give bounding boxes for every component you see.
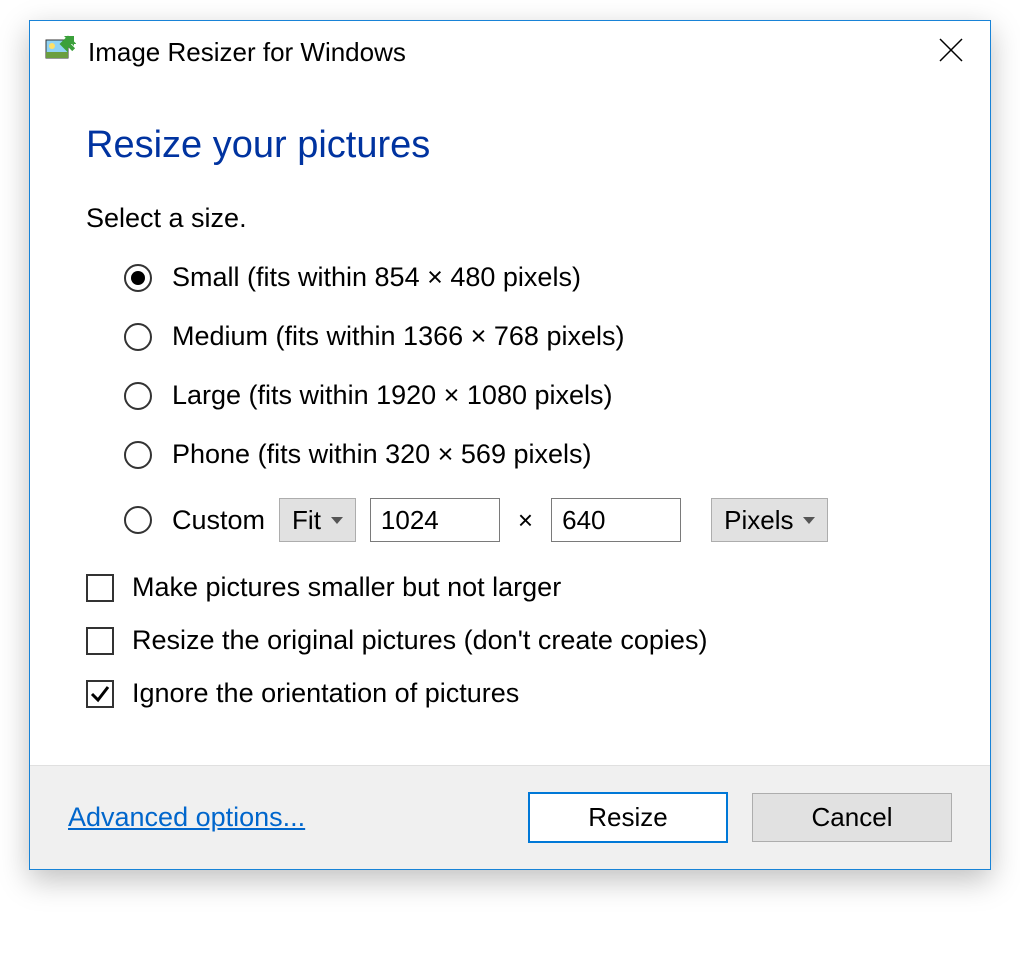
fit-mode-select[interactable]: Fit <box>279 498 356 542</box>
checkbox-smaller-only[interactable] <box>86 574 114 602</box>
app-icon <box>44 34 76 71</box>
radio-label: Small (fits within 854 × 480 pixels) <box>172 262 581 293</box>
title-bar: Image Resizer for Windows <box>30 21 990 82</box>
footer-bar: Advanced options... Resize Cancel <box>30 765 990 869</box>
option-resize-original[interactable]: Resize the original pictures (don't crea… <box>86 625 940 656</box>
size-option-medium[interactable]: Medium (fits within 1366 × 768 pixels) <box>124 321 940 352</box>
unit-select[interactable]: Pixels <box>711 498 828 542</box>
size-option-small[interactable]: Small (fits within 854 × 480 pixels) <box>124 262 940 293</box>
option-smaller-only[interactable]: Make pictures smaller but not larger <box>86 572 940 603</box>
prompt-text: Select a size. <box>86 203 940 234</box>
size-radio-group: Small (fits within 854 × 480 pixels) Med… <box>124 262 940 542</box>
radio-label: Phone (fits within 320 × 569 pixels) <box>172 439 592 470</box>
page-heading: Resize your pictures <box>86 124 940 167</box>
dialog-window: Image Resizer for Windows Resize your pi… <box>29 20 991 870</box>
size-option-phone[interactable]: Phone (fits within 320 × 569 pixels) <box>124 439 940 470</box>
close-icon[interactable] <box>932 31 970 74</box>
radio-large[interactable] <box>124 382 152 410</box>
resize-button[interactable]: Resize <box>528 792 728 843</box>
checkbox-ignore-orientation[interactable] <box>86 680 114 708</box>
radio-label: Medium (fits within 1366 × 768 pixels) <box>172 321 624 352</box>
cancel-button[interactable]: Cancel <box>752 793 952 842</box>
fit-mode-value: Fit <box>292 505 321 536</box>
option-ignore-orientation[interactable]: Ignore the orientation of pictures <box>86 678 940 709</box>
checkbox-label: Resize the original pictures (don't crea… <box>132 625 707 656</box>
options-group: Make pictures smaller but not larger Res… <box>86 572 940 709</box>
radio-phone[interactable] <box>124 441 152 469</box>
checkbox-label: Make pictures smaller but not larger <box>132 572 561 603</box>
custom-controls: Custom Fit × Pixels <box>172 498 828 542</box>
chevron-down-icon <box>803 517 815 524</box>
radio-small[interactable] <box>124 264 152 292</box>
size-option-custom[interactable]: Custom Fit × Pixels <box>124 498 940 542</box>
size-option-large[interactable]: Large (fits within 1920 × 1080 pixels) <box>124 380 940 411</box>
width-input[interactable] <box>370 498 500 542</box>
radio-label: Large (fits within 1920 × 1080 pixels) <box>172 380 613 411</box>
checkbox-label: Ignore the orientation of pictures <box>132 678 519 709</box>
height-input[interactable] <box>551 498 681 542</box>
chevron-down-icon <box>331 517 343 524</box>
content-area: Resize your pictures Select a size. Smal… <box>30 82 990 765</box>
unit-value: Pixels <box>724 505 793 536</box>
radio-medium[interactable] <box>124 323 152 351</box>
times-symbol: × <box>518 505 533 536</box>
advanced-options-link[interactable]: Advanced options... <box>68 802 305 833</box>
window-title: Image Resizer for Windows <box>88 37 932 68</box>
custom-label: Custom <box>172 505 265 536</box>
checkbox-resize-original[interactable] <box>86 627 114 655</box>
radio-custom[interactable] <box>124 506 152 534</box>
